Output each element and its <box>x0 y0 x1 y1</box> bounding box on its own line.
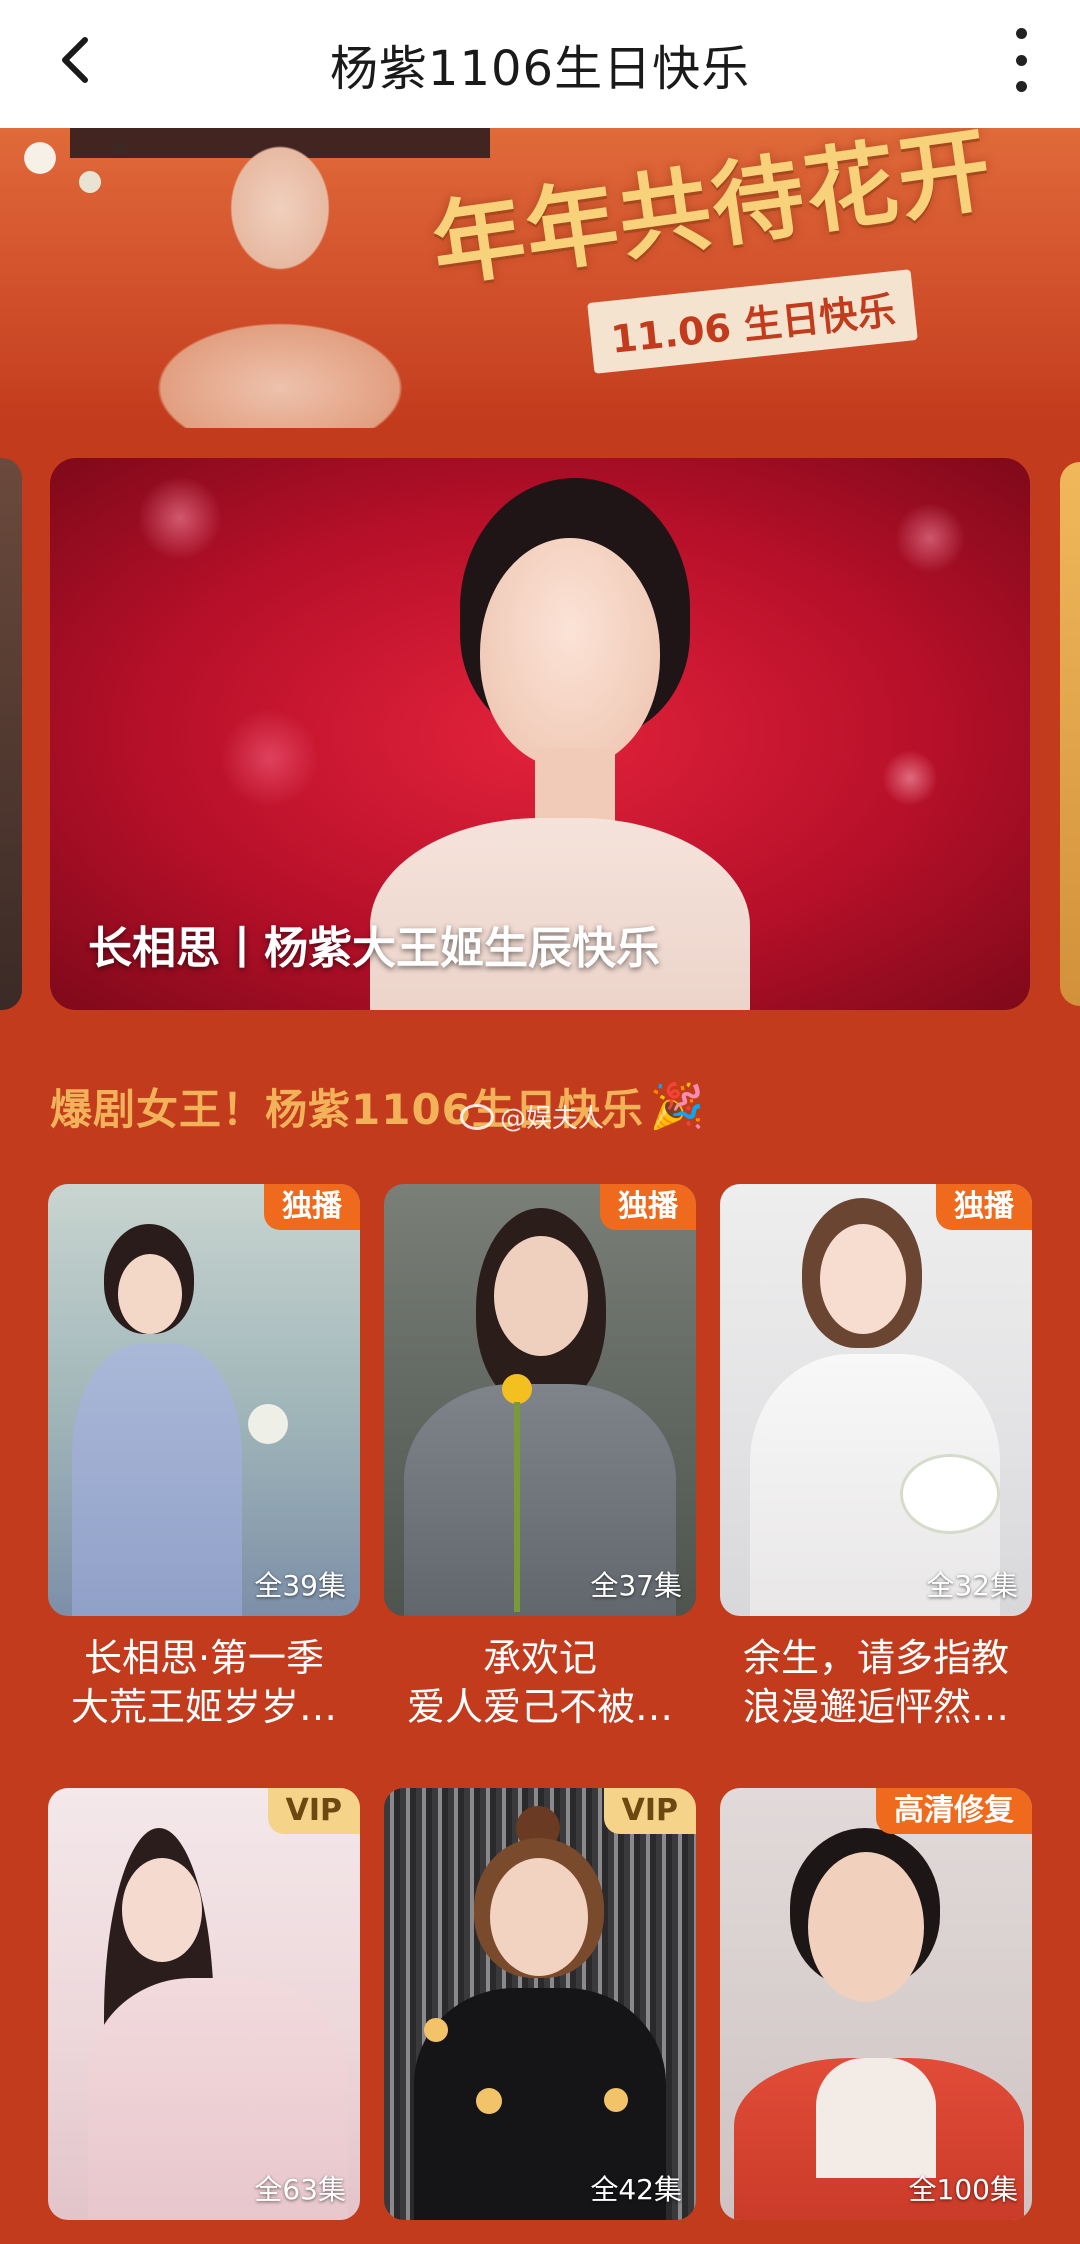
birthday-banner: 年年共待花开 11.06 生日快乐 <box>0 128 1080 428</box>
more-vertical-icon <box>1015 28 1027 39</box>
badge-exclusive: 独播 <box>264 1184 360 1230</box>
episode-count: 全32集 <box>926 1569 1018 1602</box>
drama-title[interactable]: 承欢记 <box>384 1634 696 1683</box>
drama-title[interactable]: 余生，请多指教 <box>720 1634 1032 1683</box>
drama-poster[interactable]: VIP 全63集 <box>48 1788 360 2220</box>
drama-poster[interactable]: 独播 全32集 <box>720 1184 1032 1616</box>
badge-exclusive: 独播 <box>936 1184 1032 1230</box>
drama-poster[interactable]: 独播 全39集 <box>48 1184 360 1616</box>
carousel-next-slide[interactable] <box>1060 462 1080 1006</box>
episode-count: 全100集 <box>908 2173 1018 2206</box>
more-options-button[interactable] <box>1006 28 1036 92</box>
back-button[interactable] <box>44 30 104 90</box>
carousel-prev-slide[interactable] <box>0 458 22 1010</box>
party-popper-icon: 🎉 <box>649 1081 705 1132</box>
slide-caption: 长相思丨杨紫大王姬生辰快乐 <box>88 923 660 974</box>
badge-vip: VIP <box>603 1788 696 1834</box>
drama-subtitle: 爱人爱己不被… <box>406 1685 673 1730</box>
drama-card[interactable]: 高清修复 全100集 <box>720 1788 1032 2220</box>
drama-card[interactable]: VIP 全63集 <box>48 1788 360 2220</box>
badge-hd-restored: 高清修复 <box>876 1788 1032 1834</box>
episode-count: 全39集 <box>254 1569 346 1602</box>
weibo-icon <box>460 1103 494 1130</box>
drama-poster[interactable]: VIP 全42集 <box>384 1788 696 2220</box>
drama-title[interactable]: 长相思·第一季 <box>48 1634 360 1683</box>
page-title: 杨紫1106生日快乐 <box>329 41 751 97</box>
drama-card[interactable]: VIP 全42集 <box>384 1788 696 2220</box>
drama-card[interactable]: 独播 全39集 长相思·第一季 大荒王姬岁岁… <box>48 1184 360 1733</box>
section-heading: 爆剧女王！杨紫1106生日快乐 🎉 <box>50 1076 705 1136</box>
top-nav-bar: 杨紫1106生日快乐 <box>0 0 1080 128</box>
episode-count: 全37集 <box>590 1569 682 1602</box>
drama-poster[interactable]: 独播 全37集 <box>384 1184 696 1616</box>
featured-carousel[interactable]: 长相思丨杨紫大王姬生辰快乐 <box>0 458 1080 1010</box>
carousel-slide-featured[interactable]: 长相思丨杨紫大王姬生辰快乐 <box>50 458 1030 1010</box>
drama-card[interactable]: 独播 全37集 承欢记 爱人爱己不被… <box>384 1184 696 1733</box>
chevron-left-icon <box>62 37 88 83</box>
badge-exclusive: 独播 <box>600 1184 696 1230</box>
banner-portrait <box>70 128 490 428</box>
drama-subtitle: 浪漫邂逅怦然… <box>742 1685 1009 1730</box>
episode-count: 全63集 <box>254 2173 346 2206</box>
drama-subtitle: 大荒王姬岁岁… <box>70 1685 337 1730</box>
episode-count: 全42集 <box>590 2173 682 2206</box>
banner-date-label: 11.06 生日快乐 <box>587 269 919 374</box>
badge-vip: VIP <box>267 1788 360 1834</box>
drama-poster[interactable]: 高清修复 全100集 <box>720 1788 1032 2220</box>
weibo-watermark: @娱夫人 <box>460 1098 604 1135</box>
drama-card[interactable]: 独播 全32集 余生，请多指教 浪漫邂逅怦然… <box>720 1184 1032 1733</box>
banner-slogan: 年年共待花开 <box>425 128 1000 301</box>
